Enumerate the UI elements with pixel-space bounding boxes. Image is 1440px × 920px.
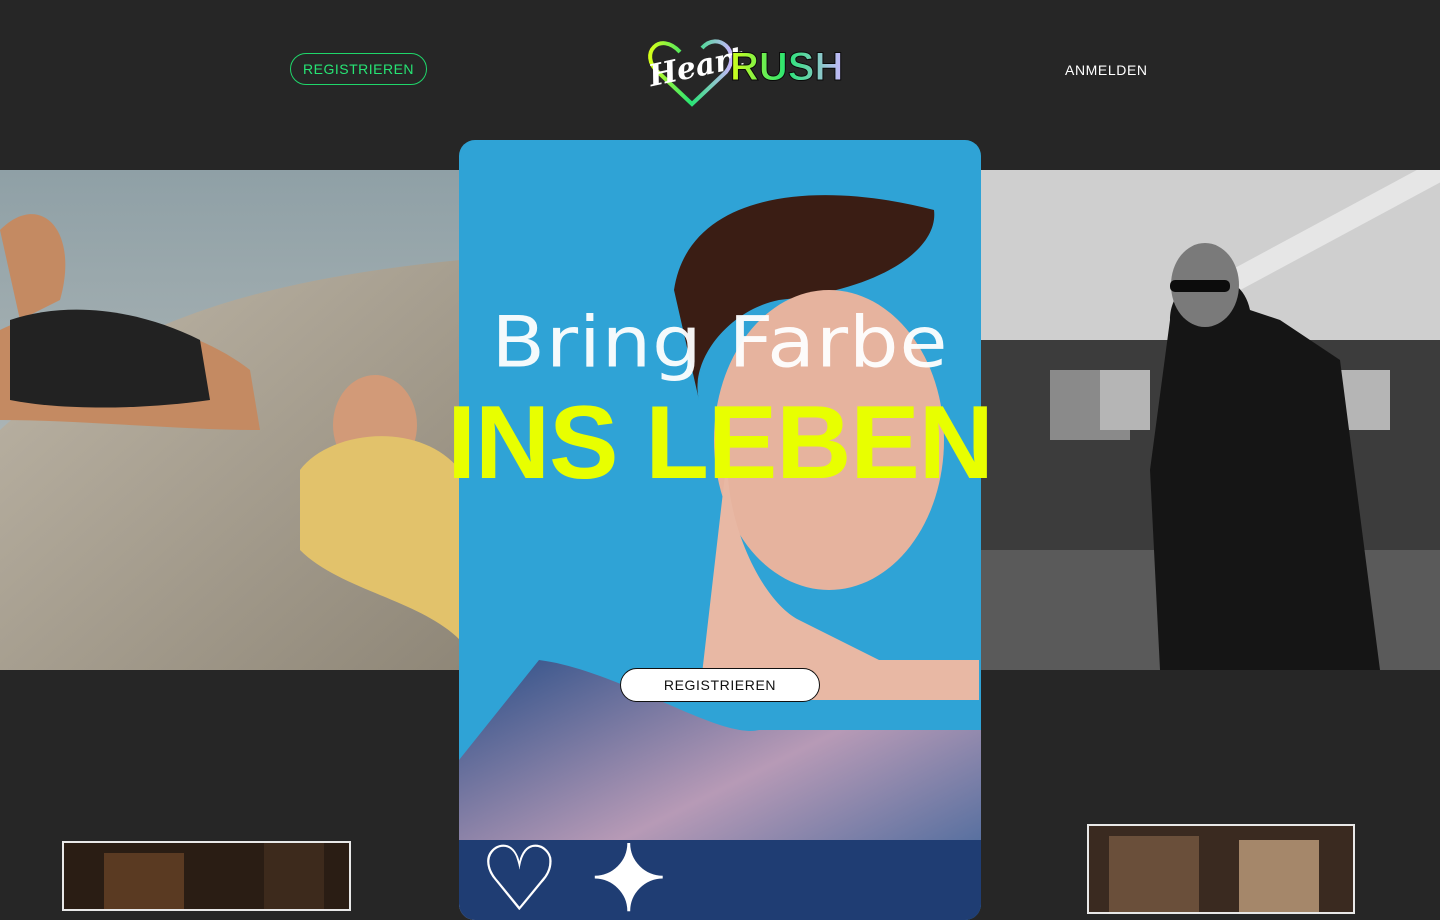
right-photo-man-at-train: [980, 170, 1440, 670]
logo-bold-text: RUSH: [730, 45, 843, 89]
login-link[interactable]: ANMELDEN: [1065, 62, 1148, 78]
heartrush-logo[interactable]: Heart RUSH: [640, 28, 850, 112]
hero-card: ♡ ✦: [459, 140, 981, 920]
left-photo-woman-on-rock: [0, 170, 460, 670]
hero-headline-bold: INS LEBEN: [447, 385, 994, 501]
hero-register-button[interactable]: REGISTRIEREN: [620, 668, 820, 702]
thumbnail-right: [1087, 824, 1355, 914]
hero-headline-thin: Bring Farbe: [491, 302, 949, 384]
thumbnail-left: [62, 841, 351, 911]
svg-text:♡ ✦: ♡ ✦: [479, 826, 666, 920]
register-button[interactable]: REGISTRIEREN: [290, 53, 428, 85]
